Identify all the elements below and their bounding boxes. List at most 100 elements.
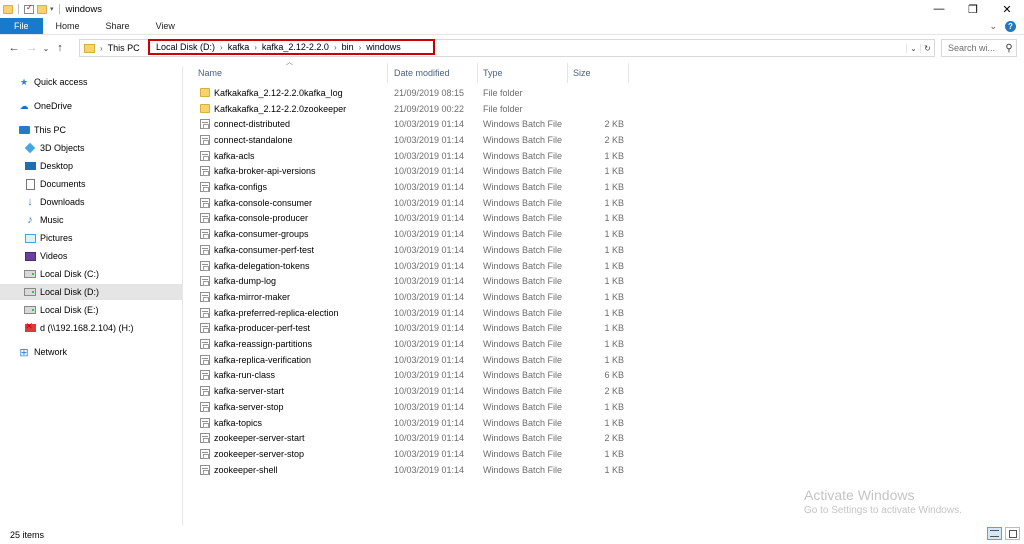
table-row[interactable]: kafka-delegation-tokens 10/03/2019 01:14 W… [196, 258, 630, 274]
file-name-cell[interactable]: kafka-run-class [200, 370, 275, 381]
table-row[interactable]: kafka-run-class 10/03/2019 01:14 Windows B… [196, 368, 630, 384]
tab-share[interactable]: Share [93, 18, 143, 34]
sidebar-item-network-drive-h[interactable]: d (\\192.168.2.104) (H:) [0, 320, 182, 336]
table-row[interactable]: zookeeper-shell 10/03/2019 01:14 Windows B… [196, 462, 630, 478]
properties-icon[interactable] [24, 3, 34, 14]
file-name-cell[interactable]: Kafkakafka_2.12-2.2.0kafka_log [200, 88, 343, 98]
details-view-button[interactable] [987, 527, 1002, 540]
column-header-date-modified[interactable]: Date modified [394, 63, 478, 83]
search-icon[interactable]: ⚲ [1002, 43, 1016, 54]
file-name-cell[interactable]: kafka-console-producer [200, 213, 308, 224]
file-name-cell[interactable]: kafka-broker-api-versions [200, 166, 316, 177]
table-row[interactable]: Kafkakafka_2.12-2.2.0zookeeper 21/09/2019… [196, 101, 630, 117]
breadcrumb-local-disk-d[interactable]: Local Disk (D:) [156, 42, 215, 52]
file-name-cell[interactable]: kafka-replica-verification [200, 354, 311, 365]
recent-locations-button[interactable]: ⌄ [41, 44, 51, 53]
table-row[interactable]: kafka-topics 10/03/2019 01:14 Windows Batc… [196, 415, 630, 431]
file-name-cell[interactable]: kafka-configs [200, 182, 267, 193]
table-row[interactable]: connect-distributed 10/03/2019 01:14 Windo… [196, 116, 630, 132]
search-box[interactable]: Search wi... ⚲ [941, 39, 1017, 57]
table-row[interactable]: kafka-server-stop 10/03/2019 01:14 Windows… [196, 399, 630, 415]
table-row[interactable]: kafka-consumer-groups 10/03/2019 01:14 Win… [196, 226, 630, 242]
tab-home[interactable]: Home [43, 18, 93, 34]
sidebar-item-onedrive[interactable]: ☁ OneDrive [0, 98, 182, 114]
sidebar-item-videos[interactable]: Videos [0, 248, 182, 264]
forward-button[interactable]: → [23, 42, 41, 54]
file-name-cell[interactable]: kafka-dump-log [200, 276, 276, 287]
file-name-cell[interactable]: kafka-reassign-partitions [200, 339, 312, 350]
sidebar-item-this-pc[interactable]: This PC [0, 122, 182, 138]
table-row[interactable]: kafka-mirror-maker 10/03/2019 01:14 Window… [196, 289, 630, 305]
table-row[interactable]: kafka-console-consumer 10/03/2019 01:14 Wi… [196, 195, 630, 211]
column-divider[interactable] [628, 63, 629, 83]
file-name-cell[interactable]: kafka-topics [200, 417, 262, 428]
file-name-cell[interactable]: kafka-server-start [200, 386, 284, 397]
file-name-cell[interactable]: kafka-consumer-perf-test [200, 244, 314, 255]
new-folder-icon[interactable] [37, 4, 47, 14]
file-name-cell[interactable]: kafka-console-consumer [200, 197, 312, 208]
table-row[interactable]: kafka-console-producer 10/03/2019 01:14 Wi… [196, 211, 630, 227]
file-name-cell[interactable]: kafka-mirror-maker [200, 291, 290, 302]
refresh-button[interactable]: ↻ [920, 43, 934, 53]
sidebar-item-desktop[interactable]: Desktop [0, 158, 182, 174]
file-name-cell[interactable]: kafka-consumer-groups [200, 229, 309, 240]
minimize-button[interactable]: — [922, 0, 956, 18]
sidebar-item-local-disk-c[interactable]: Local Disk (C:) [0, 266, 182, 282]
file-name-cell[interactable]: zookeeper-server-stop [200, 448, 304, 459]
maximize-button[interactable]: ❐ [956, 0, 990, 18]
sidebar-item-quick-access[interactable]: ★ Quick access [0, 74, 182, 90]
breadcrumb-kafka[interactable]: kafka [228, 42, 250, 52]
table-row[interactable]: kafka-producer-perf-test 10/03/2019 01:14… [196, 321, 630, 337]
table-row[interactable]: kafka-consumer-perf-test 10/03/2019 01:14… [196, 242, 630, 258]
close-button[interactable]: ✕ [990, 0, 1024, 18]
sidebar-item-music[interactable]: ♪ Music [0, 212, 182, 228]
address-dropdown-button[interactable]: ⌄ [906, 43, 920, 53]
breadcrumb-this-pc[interactable]: This PC [108, 43, 140, 53]
sidebar-item-pictures[interactable]: Pictures [0, 230, 182, 246]
column-header-size[interactable]: Size [573, 63, 627, 83]
table-row[interactable]: kafka-server-start 10/03/2019 01:14 Window… [196, 383, 630, 399]
table-row[interactable]: kafka-preferred-replica-election 10/03/20… [196, 305, 630, 321]
help-icon[interactable]: ? [1005, 20, 1016, 32]
table-row[interactable]: kafka-dump-log 10/03/2019 01:14 Windows Ba… [196, 273, 630, 289]
sidebar-item-downloads[interactable]: ↓ Downloads [0, 194, 182, 210]
file-name-cell[interactable]: kafka-delegation-tokens [200, 260, 310, 271]
table-row[interactable]: kafka-acls 10/03/2019 01:14 Windows Batch … [196, 148, 630, 164]
search-input[interactable]: Search wi... [948, 43, 1002, 53]
column-header-type[interactable]: Type [483, 63, 567, 83]
table-row[interactable]: connect-standalone 10/03/2019 01:14 Window… [196, 132, 630, 148]
tab-file[interactable]: File [0, 18, 43, 34]
customize-toolbar-icon[interactable]: ▾ [50, 5, 54, 13]
breadcrumb-bin[interactable]: bin [342, 42, 354, 52]
expand-ribbon-icon[interactable]: ⌄ [989, 21, 997, 32]
file-name-cell[interactable]: kafka-producer-perf-test [200, 323, 310, 334]
tab-view[interactable]: View [143, 18, 188, 34]
file-name-cell[interactable]: zookeeper-shell [200, 464, 278, 475]
breadcrumb-kafka-version[interactable]: kafka_2.12-2.2.0 [262, 42, 329, 52]
file-name-cell[interactable]: Kafkakafka_2.12-2.2.0zookeeper [200, 104, 346, 114]
table-row[interactable]: Kafkakafka_2.12-2.2.0kafka_log 21/09/2019… [196, 85, 630, 101]
file-name-cell[interactable]: kafka-acls [200, 150, 255, 161]
sidebar-item-3d-objects[interactable]: 3D Objects [0, 140, 182, 156]
column-divider[interactable] [567, 63, 568, 83]
table-row[interactable]: kafka-configs 10/03/2019 01:14 Windows Bat… [196, 179, 630, 195]
sidebar-item-local-disk-d[interactable]: Local Disk (D:) [0, 284, 182, 300]
breadcrumb-windows[interactable]: windows [366, 42, 401, 52]
file-name-cell[interactable]: kafka-server-stop [200, 401, 284, 412]
column-divider[interactable] [477, 63, 478, 83]
table-row[interactable]: kafka-replica-verification 10/03/2019 01:… [196, 352, 630, 368]
file-name-cell[interactable]: connect-distributed [200, 119, 290, 130]
back-button[interactable]: ← [5, 42, 23, 54]
file-name-cell[interactable]: zookeeper-server-start [200, 433, 305, 444]
large-icons-view-button[interactable] [1005, 527, 1020, 540]
table-row[interactable]: zookeeper-server-start 10/03/2019 01:14 Wi… [196, 430, 630, 446]
column-header-name[interactable]: Name [198, 63, 388, 83]
file-name-cell[interactable]: kafka-preferred-replica-election [200, 307, 339, 318]
sidebar-item-network[interactable]: ⊞ Network [0, 344, 182, 360]
table-row[interactable]: kafka-reassign-partitions 10/03/2019 01:1… [196, 336, 630, 352]
table-row[interactable]: kafka-broker-api-versions 10/03/2019 01:1… [196, 164, 630, 180]
file-name-cell[interactable]: connect-standalone [200, 134, 293, 145]
column-divider[interactable] [387, 63, 388, 83]
sidebar-item-local-disk-e[interactable]: Local Disk (E:) [0, 302, 182, 318]
table-row[interactable]: zookeeper-server-stop 10/03/2019 01:14 Win… [196, 446, 630, 462]
